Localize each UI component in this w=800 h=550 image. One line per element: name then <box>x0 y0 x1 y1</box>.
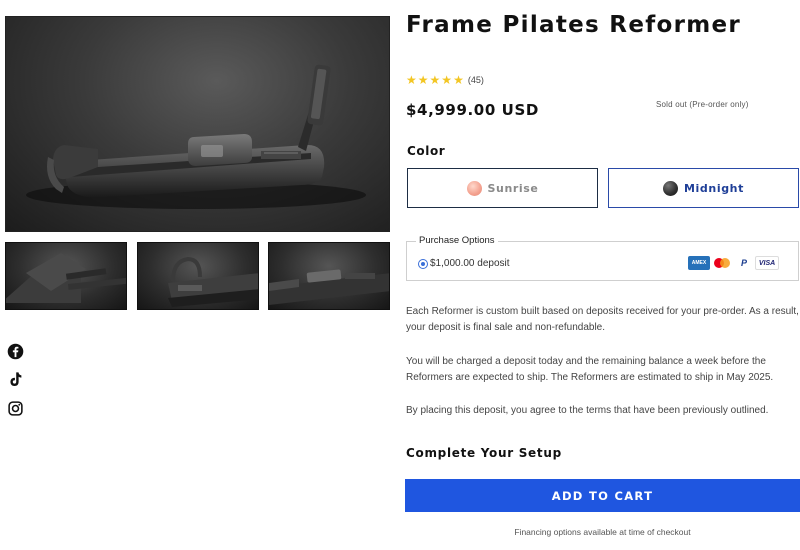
purchase-options-legend: Purchase Options <box>416 235 498 246</box>
visa-icon: VISA <box>755 256 779 270</box>
midnight-swatch-icon <box>663 180 679 196</box>
thumbnail-1[interactable] <box>5 242 127 310</box>
thumbnail-image <box>168 256 258 307</box>
color-label: Color <box>407 144 446 158</box>
deposit-radio[interactable] <box>418 259 428 269</box>
deposit-option-label[interactable]: $1,000.00 deposit <box>430 258 510 269</box>
review-count[interactable]: (45) <box>468 75 484 85</box>
thumbnail-2[interactable] <box>137 242 259 310</box>
color-option-label: Midnight <box>684 181 744 195</box>
star-icon: ★ <box>453 73 464 87</box>
instagram-icon[interactable] <box>7 400 24 417</box>
reformer-image <box>26 64 366 209</box>
amex-icon: AMEX <box>688 256 710 270</box>
thumbnail-image <box>269 269 389 305</box>
star-icon: ★ <box>406 73 417 87</box>
thumbnail-image <box>6 253 126 303</box>
color-option-midnight[interactable]: Midnight <box>608 168 799 208</box>
thumbnail-3[interactable] <box>268 242 390 310</box>
paypal-icon: P <box>733 256 755 270</box>
color-option-sunrise[interactable]: Sunrise <box>407 168 598 208</box>
setup-heading: Complete Your Setup <box>406 446 562 460</box>
color-option-label: Sunrise <box>487 181 539 195</box>
sunrise-swatch-icon <box>466 180 482 196</box>
product-price: $4,999.00 USD <box>406 101 539 119</box>
star-icon: ★ <box>441 73 453 87</box>
financing-note: Financing options available at time of c… <box>514 527 691 537</box>
description-paragraph: By placing this deposit, you agree to th… <box>406 405 769 416</box>
main-product-image[interactable] <box>5 16 390 232</box>
tiktok-icon[interactable] <box>7 371 24 388</box>
star-icon: ★ <box>429 73 441 87</box>
star-icon: ★ <box>417 73 429 87</box>
mastercard-icon <box>711 256 733 270</box>
product-title: Frame Pilates Reformer <box>406 12 742 38</box>
availability-status: Sold out (Pre-order only) <box>656 100 749 109</box>
add-to-cart-button[interactable]: ADD TO CART <box>405 479 800 512</box>
rating[interactable]: ★ ★ ★ ★ ★ (45) <box>406 74 484 86</box>
description-paragraph: Each Reformer is custom built based on d… <box>406 306 799 333</box>
description-paragraph: You will be charged a deposit today and … <box>406 356 774 383</box>
facebook-icon[interactable] <box>7 343 24 360</box>
